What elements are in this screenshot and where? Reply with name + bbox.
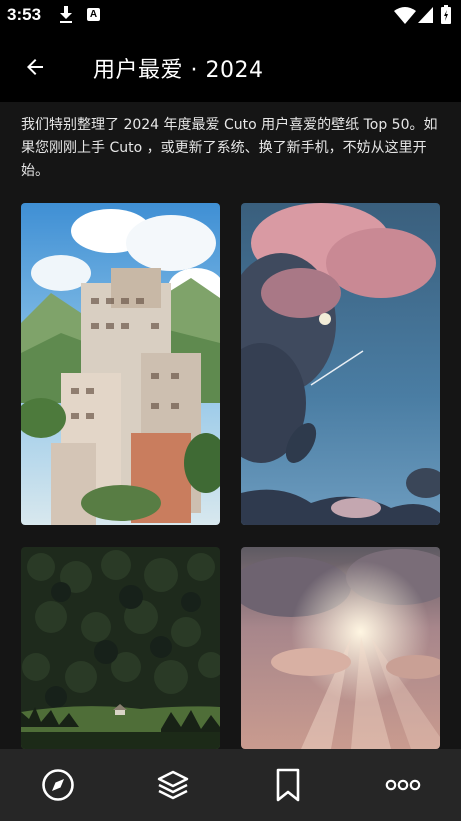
compass-icon: [42, 769, 74, 801]
layers-icon: [157, 770, 189, 800]
bottom-navigation: [0, 749, 461, 821]
wallpaper-image-city: [21, 203, 220, 525]
a-notification-icon: A: [87, 8, 100, 21]
nav-explore[interactable]: [40, 767, 76, 803]
nav-more[interactable]: [385, 767, 421, 803]
wallpaper-card[interactable]: [21, 203, 220, 525]
collection-description: 我们特别整理了 2024 年度最爱 Cuto 用户喜爱的壁纸 Top 50。如果…: [21, 117, 438, 179]
wallpaper-image-forest: [21, 547, 220, 749]
status-time: 3:53: [7, 5, 42, 24]
nav-collections[interactable]: [155, 767, 191, 803]
app-bar: 用户最爱 · 2024: [0, 31, 461, 102]
wifi-icon: [394, 7, 416, 24]
page-title: 用户最爱 · 2024: [93, 58, 264, 83]
nav-bookmarks[interactable]: [270, 767, 306, 803]
bookmark-icon: [276, 768, 300, 802]
arrow-left-icon: [27, 59, 43, 75]
wallpaper-card[interactable]: [21, 547, 220, 749]
wallpaper-image-sky: [241, 203, 440, 525]
signal-icon: [418, 7, 433, 23]
battery-icon: [441, 5, 451, 24]
wallpaper-card[interactable]: [241, 547, 440, 749]
wallpaper-image-clouds: [241, 547, 440, 749]
more-icon: [385, 779, 421, 791]
download-icon: [60, 6, 72, 23]
status-bar: 3:53 A: [0, 0, 461, 31]
back-button[interactable]: [16, 48, 54, 86]
wallpaper-card[interactable]: [241, 203, 440, 525]
